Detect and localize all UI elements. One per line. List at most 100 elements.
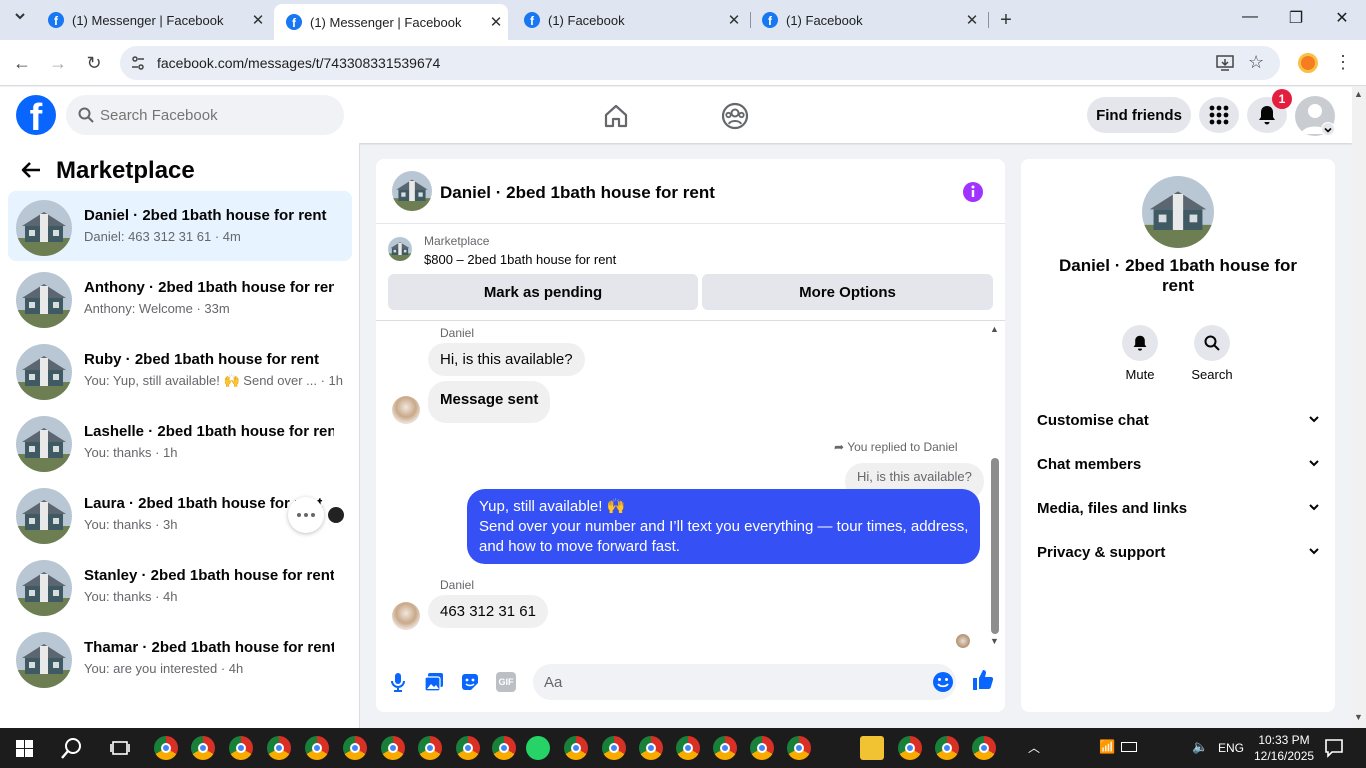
tab-search-chevron-icon[interactable] xyxy=(8,10,32,30)
chat-members-section[interactable]: Chat members xyxy=(1037,456,1321,473)
taskbar-app-icon[interactable] xyxy=(526,736,550,760)
taskbar-app-icon[interactable] xyxy=(343,736,367,760)
search-input[interactable] xyxy=(100,95,330,135)
mark-as-pending-button[interactable]: Mark as pending xyxy=(388,274,698,310)
account-chevron-icon[interactable] xyxy=(1321,122,1335,136)
listing-thumbnail[interactable] xyxy=(388,237,412,261)
taskbar-app-icon[interactable] xyxy=(381,736,405,760)
sticker-icon[interactable] xyxy=(460,672,480,697)
taskbar-app-icon[interactable] xyxy=(564,736,588,760)
close-window-icon[interactable]: ✕ xyxy=(1322,8,1362,32)
customise-chat-section[interactable]: Customise chat xyxy=(1037,412,1321,429)
facebook-search[interactable] xyxy=(66,95,344,135)
site-info-icon[interactable] xyxy=(130,55,146,76)
scroll-up-arrow-icon[interactable]: ▲ xyxy=(1354,89,1363,99)
photo-icon[interactable] xyxy=(424,672,444,697)
scroll-thumb[interactable] xyxy=(991,458,999,634)
browser-tab-4[interactable]: f (1) Facebook ✕ xyxy=(750,0,984,40)
search-conversation-button[interactable]: Search xyxy=(1189,325,1235,382)
taskbar-app-icon[interactable] xyxy=(639,736,663,760)
taskbar-app-icon[interactable] xyxy=(602,736,626,760)
taskbar-app-icon[interactable] xyxy=(713,736,737,760)
taskbar-app-icon[interactable] xyxy=(305,736,329,760)
thumbs-up-icon[interactable] xyxy=(972,669,994,696)
privacy-support-section[interactable]: Privacy & support xyxy=(1037,544,1321,561)
scroll-down-arrow-icon[interactable]: ▼ xyxy=(1354,712,1363,722)
notification-center-icon[interactable] xyxy=(1324,738,1344,763)
incoming-message[interactable]: Hi, is this available? xyxy=(428,343,585,376)
back-arrow-icon[interactable]: ← xyxy=(9,50,35,76)
listing-title[interactable]: $800 – 2bed 1bath house for rent xyxy=(424,252,616,267)
profile-picture[interactable] xyxy=(1142,176,1214,248)
language-indicator[interactable]: ENG xyxy=(1218,741,1244,755)
mute-button[interactable]: Mute xyxy=(1119,325,1161,382)
listing-avatar[interactable] xyxy=(392,171,432,211)
address-bar[interactable]: facebook.com/messages/t/743308331539674 … xyxy=(120,46,1280,80)
message-composer[interactable]: Aa xyxy=(533,664,956,700)
network-icon[interactable]: 📶 xyxy=(1099,739,1115,755)
new-tab-plus-icon[interactable]: + xyxy=(994,8,1018,32)
profile-avatar-icon[interactable] xyxy=(1298,53,1318,73)
conversation-more-options-button[interactable] xyxy=(288,497,324,533)
install-app-icon[interactable] xyxy=(1216,54,1234,77)
windows-start-icon[interactable] xyxy=(16,740,33,762)
chat-title[interactable]: Daniel · 2bed 1bath house for rent xyxy=(440,183,715,203)
home-icon[interactable] xyxy=(603,103,629,134)
conversation-row[interactable]: Stanley · 2bed 1bath house for rent You: … xyxy=(8,551,352,621)
taskbar-app-icon[interactable] xyxy=(787,736,811,760)
task-view-icon[interactable] xyxy=(110,739,130,762)
taskbar-app-icon[interactable] xyxy=(750,736,774,760)
taskbar-app-icon[interactable] xyxy=(229,736,253,760)
browser-tab-1[interactable]: f (1) Messenger | Facebook ✕ xyxy=(36,0,270,40)
taskbar-app-icon[interactable] xyxy=(418,736,442,760)
taskbar-app-icon[interactable] xyxy=(972,736,996,760)
minimize-window-icon[interactable]: — xyxy=(1230,8,1270,32)
browser-tab-3[interactable]: f (1) Facebook ✕ xyxy=(512,0,746,40)
media-files-links-section[interactable]: Media, files and links xyxy=(1037,500,1321,517)
close-tab-icon[interactable]: ✕ xyxy=(722,11,746,29)
taskbar-app-icon[interactable] xyxy=(267,736,291,760)
taskbar-app-icon[interactable] xyxy=(191,736,215,760)
outgoing-message[interactable]: Yup, still available! 🙌 Send over your n… xyxy=(467,489,980,564)
conversation-row[interactable]: Daniel · 2bed 1bath house for rent Daniel… xyxy=(8,191,352,261)
taskbar-app-icon[interactable] xyxy=(860,736,884,760)
bookmark-star-icon[interactable]: ☆ xyxy=(1248,52,1264,73)
battery-icon[interactable] xyxy=(1121,742,1137,752)
scroll-up-arrow-icon[interactable]: ▲ xyxy=(990,324,999,334)
taskbar-app-icon[interactable] xyxy=(898,736,922,760)
forward-arrow-icon[interactable]: → xyxy=(45,50,71,76)
close-tab-icon[interactable]: ✕ xyxy=(246,11,270,29)
taskbar-app-icon[interactable] xyxy=(935,736,959,760)
browser-tab-2-active[interactable]: f (1) Messenger | Facebook ✕ xyxy=(274,4,508,40)
emoji-icon[interactable] xyxy=(932,671,954,698)
conversation-info-icon[interactable] xyxy=(962,181,984,208)
restore-window-icon[interactable]: ❐ xyxy=(1276,8,1316,32)
gif-icon[interactable]: GIF xyxy=(496,672,516,692)
reload-icon[interactable]: ↻ xyxy=(81,50,107,76)
more-options-button[interactable]: More Options xyxy=(702,274,993,310)
taskbar-app-icon[interactable] xyxy=(456,736,480,760)
chat-scrollbar[interactable]: ▲ ▼ xyxy=(989,324,1001,649)
volume-icon[interactable]: 🔈 xyxy=(1192,739,1208,755)
conversation-row[interactable]: Lashelle · 2bed 1bath house for rent You:… xyxy=(8,407,352,477)
taskbar-app-icon[interactable] xyxy=(492,736,516,760)
taskbar-app-icon[interactable] xyxy=(154,736,178,760)
conversation-row[interactable]: Thamar · 2bed 1bath house for rent You: a… xyxy=(8,623,352,693)
close-tab-icon[interactable]: ✕ xyxy=(484,13,508,31)
conversation-row[interactable]: Ruby · 2bed 1bath house for rent You: Yup… xyxy=(8,335,352,405)
system-clock[interactable]: 10:33 PM 12/16/2025 xyxy=(1254,732,1314,764)
page-scrollbar[interactable]: ▲ ▼ xyxy=(1352,87,1366,728)
microphone-icon[interactable] xyxy=(390,672,406,697)
scroll-down-arrow-icon[interactable]: ▼ xyxy=(990,636,999,646)
taskbar-search-icon[interactable] xyxy=(61,737,83,764)
incoming-message[interactable]: 463 312 31 61 xyxy=(428,595,548,628)
browser-menu-icon[interactable]: ⋮ xyxy=(1334,52,1352,73)
groups-icon[interactable] xyxy=(721,102,749,135)
facebook-logo-icon[interactable]: f xyxy=(16,95,56,135)
back-arrow-icon[interactable] xyxy=(20,159,42,186)
close-tab-icon[interactable]: ✕ xyxy=(960,11,984,29)
incoming-message[interactable]: Message sent xyxy=(428,381,551,423)
find-friends-button[interactable]: Find friends xyxy=(1087,97,1191,133)
show-hidden-icons-chevron-icon[interactable]: ︿ xyxy=(1028,739,1040,756)
taskbar-app-icon[interactable] xyxy=(676,736,700,760)
